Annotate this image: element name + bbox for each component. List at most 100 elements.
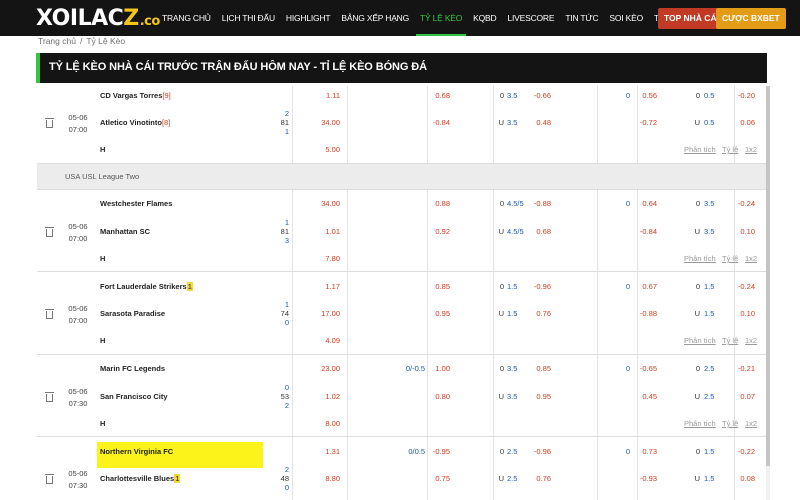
ou-over-odds[interactable]: -0.96	[531, 282, 551, 291]
cuoc-bxbet-button[interactable]: CƯỢC BXBET	[716, 8, 786, 29]
odds-1x2-home[interactable]: 1.17	[307, 282, 340, 291]
analysis-link[interactable]: Phân tích	[684, 145, 716, 154]
ou-under-odds[interactable]: 0.68	[531, 227, 551, 236]
odds-link[interactable]: Tỷ lệ	[722, 254, 742, 263]
ou-over-odds[interactable]: -0.88	[531, 199, 551, 208]
home-team[interactable]: Fort Lauderdale Strikers1	[100, 282, 193, 291]
h1-handicap-away-odds[interactable]: -0.93	[637, 474, 657, 483]
h1-ou-under-odds[interactable]: 0.07	[735, 392, 755, 401]
one-x-two-link[interactable]: 1x2	[745, 145, 759, 154]
scrollbar-thumb[interactable]	[766, 86, 770, 466]
home-team[interactable]: Westchester Flames	[100, 199, 172, 208]
away-team[interactable]: Sarasota Paradise	[100, 309, 165, 318]
nav-item[interactable]: KQBD	[469, 0, 500, 36]
one-x-two-link[interactable]: 1x2	[745, 419, 759, 428]
row-divider	[37, 354, 766, 355]
analysis-link[interactable]: Phân tích	[684, 336, 716, 345]
home-team[interactable]: Northern Virginia FC	[100, 447, 173, 456]
odds-1x2-home[interactable]: 1.31	[307, 447, 340, 456]
handicap-home-odds[interactable]: 0.85	[432, 282, 450, 291]
h1-handicap-away-odds[interactable]: -0.84	[637, 227, 657, 236]
handicap-away-odds[interactable]: 0.80	[432, 392, 450, 401]
odds-1x2-draw[interactable]: 8.00	[307, 419, 340, 428]
home-team[interactable]: Marin FC Legends	[100, 364, 165, 373]
odds-1x2-away[interactable]: 17.00	[307, 309, 340, 318]
ou-over-odds[interactable]: 0.85	[531, 364, 551, 373]
analysis-link[interactable]: Phân tích	[684, 419, 716, 428]
handicap-home-odds[interactable]: 0.88	[432, 199, 450, 208]
ou-under-odds[interactable]: 0.95	[531, 392, 551, 401]
ou-under-odds[interactable]: 0.76	[531, 474, 551, 483]
away-team[interactable]: Atletico Vinotinto[8]	[100, 118, 170, 127]
handicap-home-odds[interactable]: 1.00	[432, 364, 450, 373]
handicap-home-odds[interactable]: 0.68	[432, 91, 450, 100]
ou-over-odds[interactable]: -0.96	[531, 447, 551, 456]
h1-ou-under-odds[interactable]: 0.10	[735, 309, 755, 318]
breadcrumb-home[interactable]: Trang chủ	[38, 36, 76, 49]
draw-label: H	[100, 145, 106, 154]
stat-away: 3	[284, 235, 289, 245]
handicap-away-odds[interactable]: 0.75	[432, 474, 450, 483]
trash-icon[interactable]	[45, 474, 54, 484]
odds-1x2-draw[interactable]: 4.09	[307, 336, 340, 345]
odds-1x2-away[interactable]: 1.01	[307, 227, 340, 236]
h1-ou-over-odds[interactable]: -0.24	[735, 282, 755, 291]
analysis-link[interactable]: Phân tích	[684, 254, 716, 263]
h1-handicap-home-odds[interactable]: 0.73	[637, 447, 657, 456]
top-nha-cai-button[interactable]: TOP NHÀ CÁI	[658, 8, 725, 29]
logo-z: Z	[123, 6, 139, 31]
nav-item[interactable]: LỊCH THI ĐẤU	[218, 0, 279, 36]
ou-over-odds[interactable]: -0.66	[531, 91, 551, 100]
nav-item[interactable]: HIGHLIGHT	[282, 0, 334, 36]
nav-item[interactable]: TIN TỨC	[561, 0, 602, 36]
nav-item[interactable]: TỶ LỆ KÈO	[416, 0, 467, 36]
handicap-away-odds[interactable]: 0.95	[432, 309, 450, 318]
h1-ou-over-odds[interactable]: -0.24	[735, 199, 755, 208]
h1-handicap-away-odds[interactable]: -0.88	[637, 309, 657, 318]
h1-handicap-home-odds[interactable]: 0.64	[637, 199, 657, 208]
away-team[interactable]: Manhattan SC	[100, 227, 150, 236]
h1-handicap-home-odds[interactable]: 0.56	[637, 91, 657, 100]
odds-1x2-away[interactable]: 8.80	[307, 474, 340, 483]
odds-1x2-home[interactable]: 23.00	[307, 364, 340, 373]
nav-item[interactable]: TRANG CHỦ	[158, 0, 215, 36]
trash-icon[interactable]	[45, 309, 54, 319]
trash-icon[interactable]	[45, 391, 54, 402]
h1-handicap-home-odds[interactable]: 0.67	[637, 282, 657, 291]
odds-1x2-draw[interactable]: 7.80	[307, 254, 340, 263]
h1-ou-under-odds[interactable]: 0.10	[735, 227, 755, 236]
away-team[interactable]: San Francisco City	[100, 392, 168, 401]
away-team[interactable]: Charlottesville Blues1	[100, 474, 181, 483]
nav-item[interactable]: SOI KÈO	[605, 0, 647, 36]
h1-ou-under-odds[interactable]: 0.08	[735, 474, 755, 483]
ou-under-odds[interactable]: 0.48	[531, 118, 551, 127]
handicap-away-odds[interactable]: -0.84	[432, 118, 450, 127]
trash-icon[interactable]	[45, 226, 54, 237]
odds-1x2-away[interactable]: 34.00	[307, 118, 340, 127]
odds-1x2-home[interactable]: 1.11	[307, 91, 340, 100]
site-logo[interactable]: XOILAC Z .co	[36, 6, 160, 32]
odds-1x2-home[interactable]: 34.00	[307, 199, 340, 208]
odds-1x2-away[interactable]: 1.02	[307, 392, 340, 401]
one-x-two-link[interactable]: 1x2	[745, 254, 759, 263]
h1-ou-under-odds[interactable]: 0.06	[735, 118, 755, 127]
odds-1x2-draw[interactable]: 5.00	[307, 145, 340, 154]
odds-link[interactable]: Tỷ lệ	[722, 145, 742, 154]
h1-ou-over-odds[interactable]: -0.20	[735, 91, 755, 100]
ou-under-odds[interactable]: 0.76	[531, 309, 551, 318]
nav-item[interactable]: LIVESCORE	[503, 0, 558, 36]
h1-handicap-away-odds[interactable]: 0.45	[637, 392, 657, 401]
odds-link[interactable]: Tỷ lệ	[722, 336, 742, 345]
odds-link[interactable]: Tỷ lệ	[722, 419, 742, 428]
handicap-home-odds[interactable]: -0.95	[432, 447, 450, 456]
h1-handicap-home-odds[interactable]: -0.65	[637, 364, 657, 373]
nav-item[interactable]: BẢNG XẾP HẠNG	[337, 0, 413, 36]
stat-mid: 81	[280, 226, 289, 236]
h1-handicap-away-odds[interactable]: -0.72	[637, 118, 657, 127]
handicap-away-odds[interactable]: 0.92	[432, 227, 450, 236]
h1-ou-over-odds[interactable]: -0.22	[735, 447, 755, 456]
home-team[interactable]: CD Vargas Torres[9]	[100, 91, 171, 100]
one-x-two-link[interactable]: 1x2	[745, 336, 759, 345]
h1-ou-over-odds[interactable]: -0.21	[735, 364, 755, 373]
trash-icon[interactable]	[45, 118, 54, 128]
